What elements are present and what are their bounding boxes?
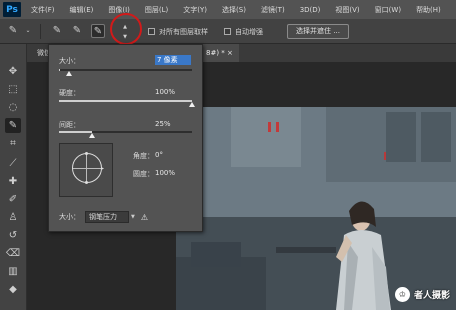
menu-edit[interactable]: 编辑(E) — [70, 5, 94, 15]
brush-tool-icon[interactable]: ✐ — [5, 192, 21, 207]
brush-options-popup: 大小： 7 像素 硬度： 100% 间距： 25% ▸ 角度： 0° 圆度： 1… — [48, 44, 203, 232]
gradient-tool-icon[interactable]: ▥ — [5, 264, 21, 279]
watermark-badge-icon: ♔ — [394, 287, 410, 302]
menu-select[interactable]: 选择(S) — [222, 5, 246, 15]
lasso-tool-icon[interactable]: ◌ — [5, 100, 21, 115]
photo-scene — [176, 107, 456, 310]
menu-bar: Ps 文件(F) 编辑(E) 图像(I) 图层(L) 文字(Y) 选择(S) 滤… — [0, 0, 456, 19]
watermark-text: 者人摄影 — [413, 291, 450, 301]
tool-preset-icon[interactable]: ✎ — [6, 24, 20, 38]
sample-all-layers-checkbox[interactable] — [148, 28, 155, 35]
history-brush-tool-icon[interactable]: ↺ — [5, 228, 21, 243]
size-input[interactable]: 7 像素 — [155, 55, 191, 65]
spacing-slider-thumb[interactable] — [89, 133, 96, 138]
hardness-value[interactable]: 100% — [155, 88, 175, 96]
menu-file[interactable]: 文件(F) — [31, 5, 55, 15]
crop-tool-icon[interactable]: ⌗ — [5, 136, 21, 151]
chevron-down-icon[interactable]: ▼ — [131, 214, 135, 220]
menu-type[interactable]: 文字(Y) — [183, 5, 207, 15]
angle-label: 角度： — [133, 152, 154, 160]
warning-icon: ⚠ — [140, 212, 149, 222]
add-selection-brush-icon[interactable]: ✎ — [70, 24, 84, 38]
menu-3d[interactable]: 3D(D) — [300, 6, 321, 14]
eyedropper-tool-icon[interactable]: ⟋ — [5, 156, 21, 171]
chevron-down-icon[interactable]: ⌄ — [21, 24, 35, 38]
angle-roundness-dial[interactable] — [72, 153, 102, 183]
menu-layer[interactable]: 图层(L) — [145, 5, 168, 15]
quick-selection-tool-icon[interactable]: ✎ — [5, 118, 21, 133]
pressure-row: 大小： 钢笔压力 ▼ ⚠ — [59, 211, 148, 223]
hardness-slider-thumb[interactable] — [189, 102, 195, 107]
marquee-tool-icon[interactable]: ⬚ — [5, 82, 21, 97]
spacing-slider[interactable] — [59, 131, 192, 133]
pressure-size-label: 大小： — [59, 213, 80, 221]
hardness-slider[interactable] — [59, 100, 192, 102]
roundness-value[interactable]: 100% — [155, 169, 175, 177]
blur-tool-icon[interactable]: ◆ — [5, 282, 21, 297]
menu-help[interactable]: 帮助(H) — [416, 5, 441, 15]
sample-all-layers-label: 对所有图层取样 — [159, 28, 208, 36]
hardness-label: 硬度： — [59, 89, 80, 97]
menu-view[interactable]: 视图(V) — [335, 5, 359, 15]
document-tab-active[interactable]: 8#) * × — [200, 44, 239, 62]
arrow-right-icon: ▸ — [101, 165, 105, 172]
healing-brush-tool-icon[interactable]: ✚ — [5, 174, 21, 189]
new-selection-brush-icon[interactable]: ✎ — [50, 24, 64, 38]
highlight-circle — [110, 13, 142, 45]
dial-handle[interactable] — [85, 152, 88, 155]
spacing-value[interactable]: 25% — [155, 120, 171, 128]
divider — [40, 24, 41, 39]
auto-enhance-label: 自动增强 — [235, 28, 263, 36]
size-slider[interactable] — [59, 69, 192, 71]
menu-window[interactable]: 窗口(W) — [375, 5, 401, 15]
pressure-select[interactable]: 钢笔压力 — [85, 211, 129, 223]
move-tool-icon[interactable]: ✥ — [5, 64, 21, 79]
angle-value[interactable]: 0° — [155, 151, 163, 159]
watermark: ♔ 者人摄影 — [394, 287, 450, 302]
photo-image[interactable]: ♔ 者人摄影 — [176, 107, 456, 310]
dial-handle[interactable] — [85, 181, 88, 184]
auto-enhance-checkbox[interactable] — [224, 28, 231, 35]
select-and-mask-button[interactable]: 选择并遮住 ... — [287, 24, 349, 39]
tools-panel: ✥ ⬚ ◌ ✎ ⌗ ⟋ ✚ ✐ ♙ ↺ ⌫ ▥ ◆ — [0, 44, 27, 310]
eraser-tool-icon[interactable]: ⌫ — [5, 246, 21, 261]
roundness-label: 圆度： — [133, 170, 154, 178]
clone-stamp-tool-icon[interactable]: ♙ — [5, 210, 21, 225]
subtract-selection-brush-icon[interactable]: ✎ — [91, 24, 105, 38]
size-label: 大小： — [59, 57, 80, 65]
size-slider-thumb[interactable] — [66, 71, 72, 76]
photoshop-logo: Ps — [3, 2, 21, 17]
brush-tip-preview[interactable]: ▸ — [59, 143, 113, 197]
options-bar: ✎ ⌄ ✎ ✎ ✎ ▲ ▼ 对所有图层取样 自动增强 选择并遮住 ... — [0, 19, 456, 44]
spacing-label: 间距： — [59, 121, 80, 129]
menu-filter[interactable]: 滤镜(T) — [261, 5, 285, 15]
